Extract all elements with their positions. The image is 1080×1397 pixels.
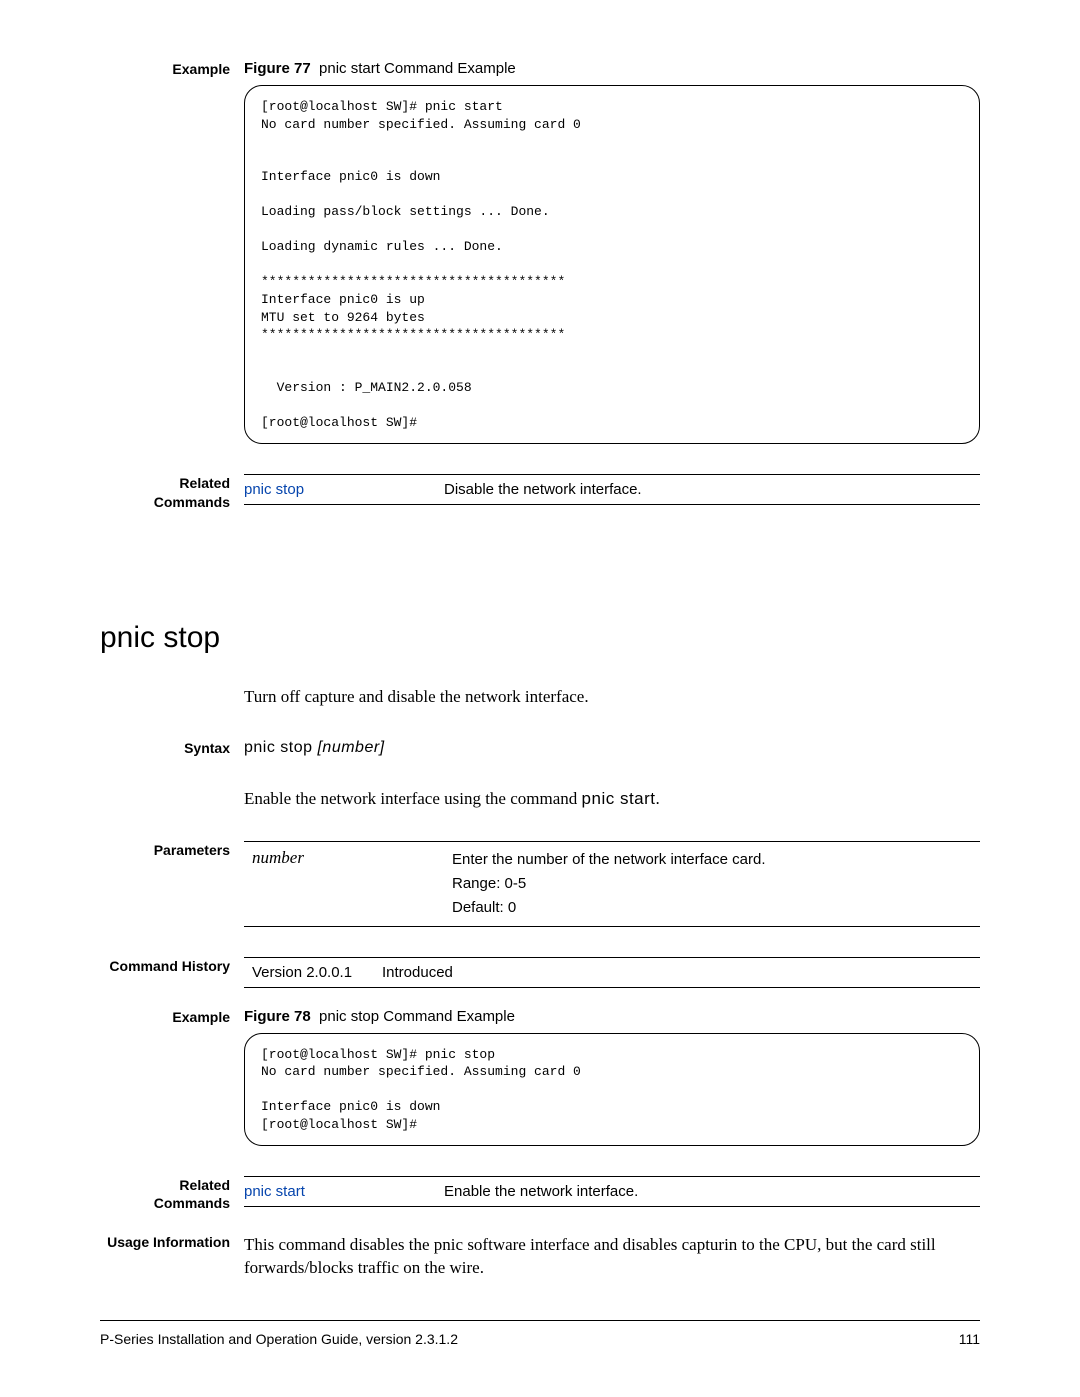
history-row: Version 2.0.0.1 Introduced [244,957,980,988]
figure-title: pnic start Command Example [319,60,516,77]
parameter-row: number Enter the number of the network i… [244,841,980,927]
command-history-label: Command History [100,957,244,988]
example-label: Example [100,60,244,444]
syntax-label: Syntax [100,739,244,757]
enable-text: Enable the network interface using the c… [244,787,980,811]
intro-text: Turn off capture and disable the network… [244,685,980,709]
figure-caption: Figure 77 pnic start Command Example [244,60,980,77]
related2-command-desc: Enable the network interface. [444,1183,638,1200]
related-commands-label: Related Commands [100,474,244,510]
code-example-2: [root@localhost SW]# pnic stop No card n… [244,1033,980,1147]
parameters-label: Parameters [100,841,244,927]
related-command-desc: Disable the network interface. [444,481,642,498]
parameter-name: number [244,848,452,920]
footer-rule [100,1320,980,1321]
figure-number: Figure 77 [244,60,311,77]
related2-commands-table: pnic start Enable the network interface. [244,1176,980,1207]
syntax-command: pnic stop [244,739,317,756]
syntax-arg: [number] [317,739,384,756]
footer-left: P-Series Installation and Operation Guid… [100,1331,458,1347]
history-desc: Introduced [382,964,453,981]
figure2-caption: Figure 78 pnic stop Command Example [244,1008,980,1025]
command-title: pnic stop [100,621,980,655]
parameter-desc: Enter the number of the network interfac… [452,848,766,920]
figure2-number: Figure 78 [244,1008,311,1025]
code-example-1: [root@localhost SW]# pnic start No card … [244,85,980,444]
related2-command-link[interactable]: pnic start [244,1183,444,1200]
usage-info-label: Usage Information [100,1233,244,1281]
history-version: Version 2.0.0.1 [244,964,382,981]
example2-label: Example [100,1008,244,1147]
usage-info-text: This command disables the pnic software … [244,1233,980,1281]
figure2-title: pnic stop Command Example [319,1008,515,1025]
related2-commands-label: Related Commands [100,1176,244,1212]
related-command-link[interactable]: pnic stop [244,481,444,498]
related-commands-table: pnic stop Disable the network interface. [244,474,980,505]
page-number: 111 [959,1331,980,1347]
